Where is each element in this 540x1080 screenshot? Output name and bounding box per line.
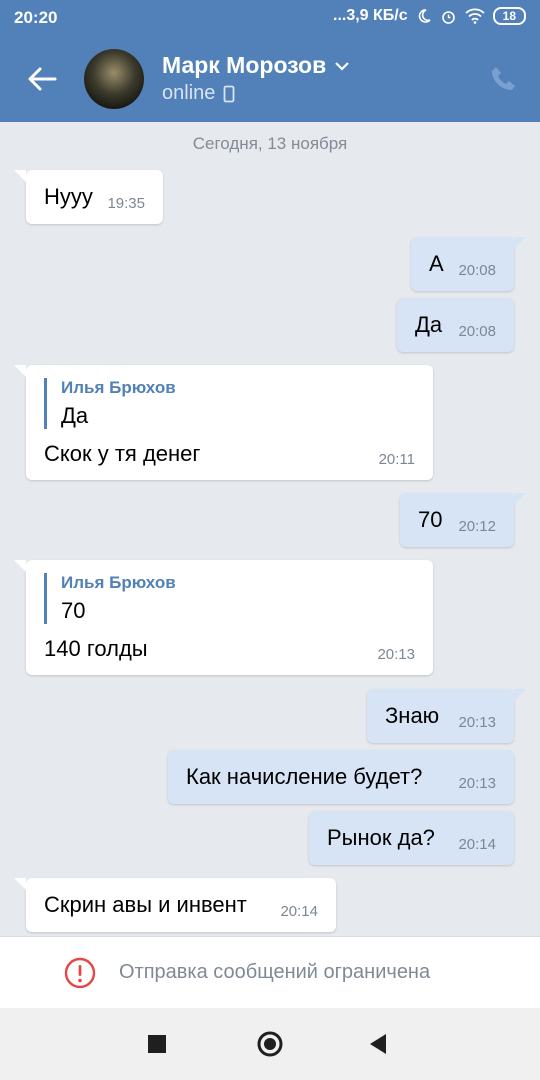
avatar[interactable] — [84, 49, 144, 109]
message-time: 20:14 — [280, 903, 318, 920]
network-speed: ...3,9 КБ/с — [333, 7, 408, 24]
message-time: 20:14 — [458, 836, 496, 853]
mobile-icon — [223, 85, 235, 102]
contact-name-row[interactable]: Марк Морозов — [162, 52, 350, 79]
system-nav-bar — [0, 1008, 540, 1080]
message-time: 20:08 — [458, 323, 496, 340]
message-bubble[interactable]: А 20:08 — [411, 237, 526, 291]
contact-status: online — [162, 82, 235, 105]
message-bubble-reply[interactable]: Илья Брюхов 70 140 голды 20:13 — [14, 560, 433, 675]
moon-icon — [418, 9, 431, 23]
message-text: Скрин авы и инвент — [44, 892, 247, 917]
chevron-down-icon — [335, 61, 350, 71]
message-text: Как начисление будет? — [186, 764, 423, 789]
message-time: 20:13 — [458, 714, 496, 731]
message-text: 70 — [418, 507, 443, 532]
alarm-icon — [441, 10, 455, 24]
restriction-label: Отправка сообщений ограничена — [119, 961, 431, 983]
message-time: 20:13 — [458, 775, 496, 792]
status-time: 20:20 — [14, 8, 58, 27]
message-bubble[interactable]: Рынок да? 20:14 — [309, 811, 514, 865]
status-bar: 20:20 ...3,9 КБ/с 18 — [0, 0, 540, 36]
phone-icon[interactable] — [488, 64, 518, 94]
message-bubble[interactable]: 70 20:12 — [400, 493, 526, 547]
warning-circle-icon — [64, 957, 96, 989]
contact-name: Марк Морозов — [162, 52, 327, 78]
message-time: 20:13 — [377, 646, 415, 663]
message-list[interactable]: Сегодня, 13 ноября Нууу 19:35 А 20:08 Да… — [0, 122, 540, 936]
home-icon[interactable] — [257, 1031, 283, 1057]
message-bubble[interactable]: Да 20:08 — [397, 298, 514, 352]
date-separator: Сегодня, 13 ноября — [192, 134, 348, 153]
message-time: 20:12 — [458, 518, 496, 535]
quoted-message[interactable]: Илья Брюхов Да — [44, 378, 176, 429]
quote-author: Илья Брюхов — [61, 573, 176, 592]
message-bubble[interactable]: Знаю 20:13 — [367, 689, 526, 743]
message-time: 19:35 — [107, 195, 145, 212]
quote-text: 70 — [61, 598, 86, 623]
message-time: 20:08 — [458, 262, 496, 279]
messaging-restricted-bar: Отправка сообщений ограничена — [0, 936, 540, 1009]
message-time: 20:11 — [378, 451, 415, 468]
quote-text: Да — [61, 403, 89, 428]
status-icons: ...3,9 КБ/с 18 — [333, 7, 526, 25]
message-text: Скок у тя денег — [44, 441, 201, 466]
message-text: Нууу — [44, 184, 93, 209]
message-text: Да — [415, 312, 443, 337]
back-arrow-icon[interactable] — [24, 61, 60, 97]
message-text: Знаю — [385, 703, 440, 728]
quoted-message[interactable]: Илья Брюхов 70 — [44, 573, 176, 624]
message-bubble[interactable]: Нууу 19:35 — [14, 170, 163, 224]
battery-icon: 18 — [492, 7, 526, 25]
message-bubble[interactable]: Как начисление будет? 20:13 — [168, 750, 514, 804]
message-text: А — [429, 251, 444, 276]
recent-apps-icon[interactable] — [148, 1035, 166, 1053]
online-status: online — [162, 82, 216, 104]
message-bubble-reply[interactable]: Илья Брюхов Да Скок у тя денег 20:11 — [14, 365, 433, 480]
message-text: Рынок да? — [327, 825, 435, 850]
wifi-icon — [465, 8, 485, 24]
message-bubble[interactable]: Скрин авы и инвент 20:14 — [14, 878, 336, 932]
nav-back-icon[interactable] — [368, 1032, 388, 1056]
quote-author: Илья Брюхов — [61, 378, 176, 397]
message-text: 140 голды — [44, 636, 148, 661]
chat-header: Марк Морозов online — [0, 36, 540, 122]
